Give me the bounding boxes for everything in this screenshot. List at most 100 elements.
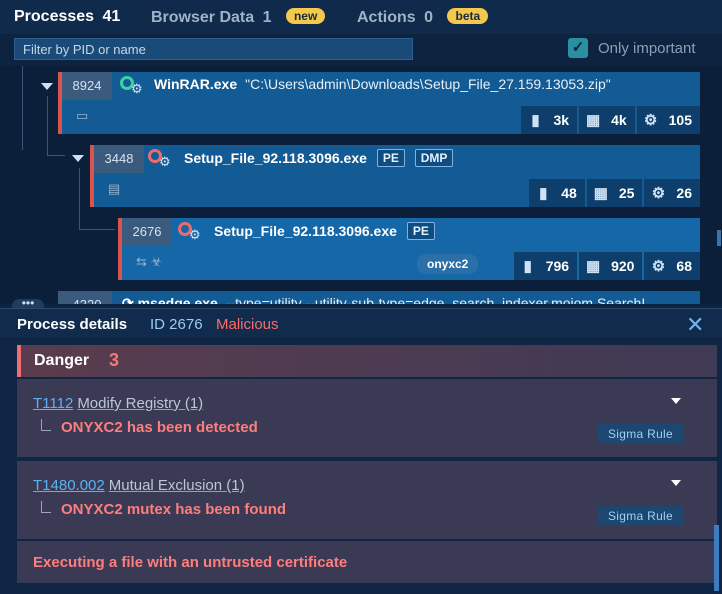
process-pid: 2676 — [122, 218, 172, 246]
search-icon: ⟳ — [122, 295, 138, 304]
registry-icon: ▦ — [593, 185, 608, 202]
technique-name: Modify Registry — [77, 395, 181, 412]
tab-browser-data[interactable]: Browser Data 1 new — [151, 8, 326, 27]
stat-modules[interactable]: ⚙ 105 — [636, 106, 700, 134]
stat-files[interactable]: ▮ 48 — [529, 179, 585, 207]
tree-line — [79, 168, 80, 230]
stat-modules-value: 105 — [668, 112, 692, 128]
technique-id-link[interactable]: T1112 — [33, 395, 73, 412]
technique-detail: ONYXC2 mutex has been found — [61, 501, 287, 518]
process-args: "C:\Users\admin\Downloads\Setup_File_27.… — [245, 76, 611, 92]
process-name: Setup_File_92.118.3096.exe PE — [214, 222, 435, 240]
technique-card-t1112: T1112 Modify Registry (1) ONYXC2 has been… — [17, 379, 717, 457]
process-pid: 3448 — [94, 145, 144, 173]
tab-browser-data-label: Browser Data — [151, 9, 255, 26]
process-name: ⟳ msedge.exe --type=utility --utility-sub… — [122, 295, 657, 304]
process-name-text: WinRAR.exe — [154, 76, 238, 92]
details-id: ID 2676 — [150, 316, 203, 333]
stat-registry-value: 920 — [611, 258, 635, 274]
only-important-label: Only important — [598, 40, 696, 57]
filter-input[interactable] — [14, 38, 413, 60]
process-details-panel: Danger 3 T1112 Modify Registry (1) ONYXC2… — [0, 339, 722, 594]
danger-count: 3 — [109, 350, 120, 370]
stat-modules[interactable]: ⚙ 26 — [644, 179, 700, 207]
stat-modules[interactable]: ⚙ 68 — [644, 252, 700, 280]
registry-icon: ▦ — [585, 112, 601, 129]
process-name-text: Setup_File_92.118.3096.exe — [184, 150, 367, 166]
process-pid: 4320 — [62, 291, 112, 304]
expand-icon[interactable] — [671, 480, 681, 486]
stat-files[interactable]: ▮ 3k — [521, 106, 578, 134]
technique-count: (1) — [184, 395, 204, 412]
window-icon: ▭ — [76, 108, 89, 123]
process-stats: ▮ 796 ▦ 920 ⚙ 68 — [512, 252, 700, 280]
danger-header[interactable]: Danger 3 — [17, 345, 717, 377]
tree-line — [79, 229, 115, 230]
technique-card-t1480: T1480.002 Mutual Exclusion (1) ONYXC2 mut… — [17, 461, 717, 539]
details-status: Malicious — [216, 316, 279, 333]
process-name: WinRAR.exe "C:\Users\admin\Downloads\Setu… — [154, 76, 611, 92]
tab-actions-count: 0 — [424, 9, 434, 26]
tab-processes-count: 41 — [102, 8, 121, 25]
stat-modules-value: 68 — [676, 258, 692, 274]
file-icon: ▮ — [531, 112, 540, 129]
untrusted-certificate-item[interactable]: Executing a file with an untrusted certi… — [17, 541, 717, 583]
technique-count: (1) — [226, 477, 245, 494]
process-details-header: Process details ID 2676 Malicious ✕ — [0, 308, 722, 338]
process-stats: ▮ 3k ▦ 4k ⚙ 105 — [519, 106, 700, 134]
verified-icon: ⚙ — [120, 76, 143, 96]
file-icon: ▮ — [523, 258, 532, 275]
technique-name: Mutual Exclusion — [108, 477, 223, 494]
stat-registry-value: 4k — [611, 112, 627, 128]
only-important-checkbox[interactable]: ✓ — [568, 38, 588, 58]
tree-scrollbar[interactable] — [717, 230, 721, 246]
stat-registry[interactable]: ▦ 920 — [579, 252, 643, 280]
pe-tag[interactable]: PE — [376, 149, 405, 167]
process-stats: ▮ 48 ▦ 25 ⚙ 26 — [527, 179, 700, 207]
new-badge: new — [285, 8, 326, 24]
expand-icon[interactable] — [671, 398, 681, 404]
tab-actions[interactable]: Actions 0 beta — [357, 8, 489, 27]
gears-icon: ⚙ — [651, 258, 666, 275]
malicious-icon: ⚙ — [178, 222, 201, 242]
stat-files[interactable]: ▮ 796 — [513, 252, 578, 280]
tree-line — [47, 96, 48, 156]
gears-icon: ⚙ — [643, 112, 658, 129]
process-pid: 8924 — [62, 72, 112, 100]
sigma-rule-badge[interactable]: Sigma Rule — [597, 424, 683, 444]
stat-files-value: 3k — [553, 112, 570, 128]
process-row-8924[interactable]: 8924 ⚙ WinRAR.exe "C:\Users\admin\Downloa… — [58, 72, 700, 134]
tree-corner — [41, 501, 51, 513]
tab-bar: Processes 41 Browser Data 1 new Actions … — [0, 0, 722, 34]
tab-processes-label: Processes — [14, 8, 95, 25]
process-tree: 8924 ⚙ WinRAR.exe "C:\Users\admin\Downloa… — [0, 66, 722, 304]
stat-files-value: 796 — [545, 258, 570, 274]
process-row-3448[interactable]: 3448 ⚙ Setup_File_92.118.3096.exe PE DMP… — [90, 145, 700, 207]
danger-label: Danger — [34, 352, 90, 369]
process-row-2676[interactable]: 2676 ⚙ Setup_File_92.118.3096.exe PE ⇆ ☣… — [118, 218, 700, 280]
yara-badge[interactable]: onyxc2 — [417, 254, 479, 274]
technique-title: T1112 Modify Registry (1) — [33, 395, 203, 412]
tab-browser-data-count: 1 — [262, 9, 272, 26]
tree-line — [22, 66, 23, 150]
chevron-down-icon[interactable] — [72, 155, 84, 162]
close-icon[interactable]: ✕ — [686, 312, 704, 338]
process-args: --type=utility --utility-sub-type=edge_s… — [225, 295, 657, 304]
stat-files-value: 48 — [561, 185, 577, 201]
stat-registry[interactable]: ▦ 25 — [586, 179, 643, 207]
pe-tag[interactable]: PE — [406, 222, 435, 240]
process-name-text: Setup_File_92.118.3096.exe — [214, 223, 397, 239]
tab-processes[interactable]: Processes 41 — [14, 8, 120, 26]
stat-registry-value: 25 — [618, 185, 635, 201]
sigma-rule-badge[interactable]: Sigma Rule — [597, 506, 683, 526]
registry-icon: ▦ — [585, 258, 601, 275]
chevron-down-icon[interactable] — [41, 83, 53, 90]
technique-title: T1480.002 Mutual Exclusion (1) — [33, 477, 245, 494]
technique-id-link[interactable]: T1480.002 — [33, 477, 105, 494]
dmp-tag[interactable]: DMP — [414, 149, 454, 167]
process-name-text: msedge.exe — [137, 295, 218, 304]
details-scrollbar[interactable] — [714, 525, 719, 591]
process-row-4320[interactable]: 4320 ⟳ msedge.exe --type=utility --utilit… — [58, 291, 700, 304]
gears-icon: ⚙ — [651, 185, 666, 202]
stat-registry[interactable]: ▦ 4k — [579, 106, 635, 134]
